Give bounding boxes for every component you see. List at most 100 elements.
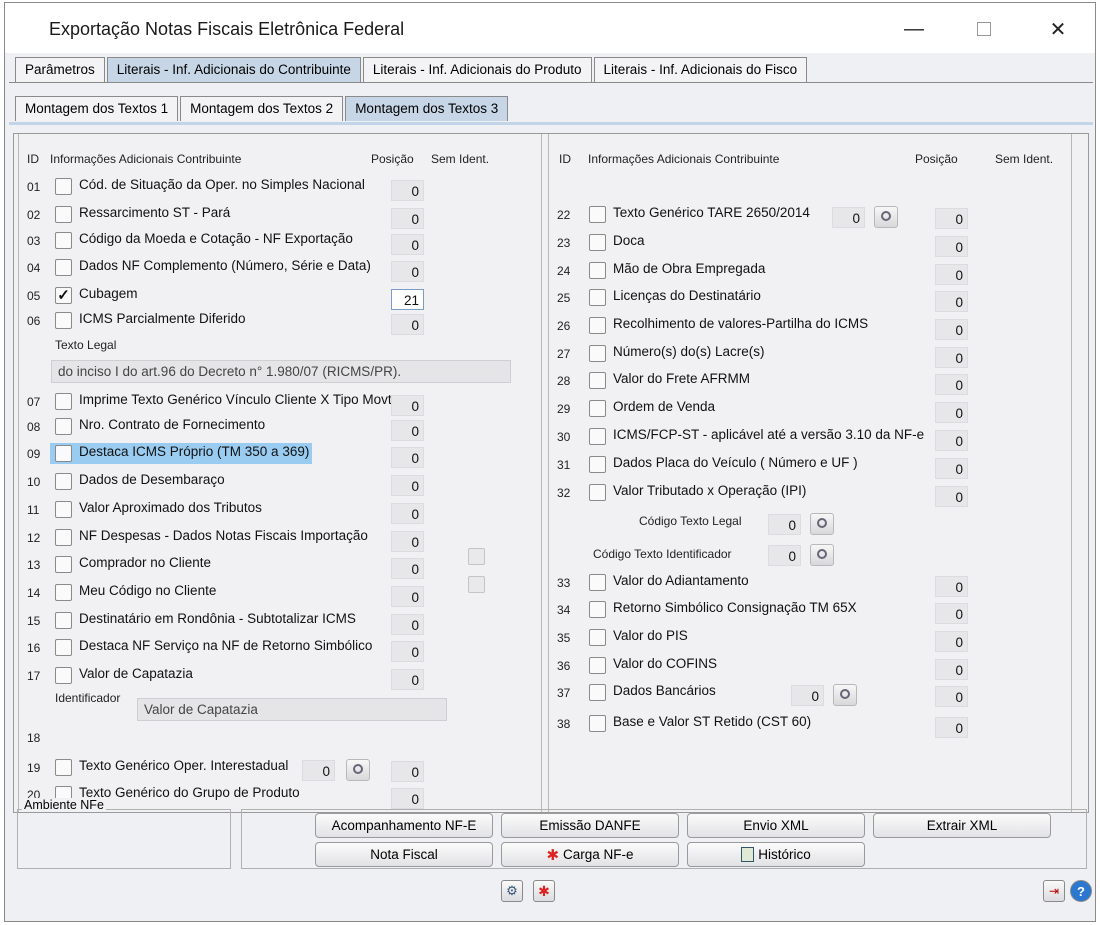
extrair-xml-button[interactable]: Extrair XML [873,813,1051,838]
historico-button[interactable]: Histórico [687,842,865,867]
row-checkbox[interactable] [55,556,72,573]
maximize-button[interactable] [961,11,1007,47]
position-field[interactable]: 0 [935,717,968,738]
carga-nfe-button[interactable]: ✱ Carga NF-e [501,842,679,867]
position-field[interactable]: 0 [935,631,968,652]
row-checkbox[interactable] [55,393,72,410]
row-checkbox[interactable] [589,345,606,362]
row-checkbox[interactable] [589,372,606,389]
tab-montagem-1[interactable]: Montagem dos Textos 1 [15,96,179,121]
position-field[interactable]: 0 [935,486,968,507]
row-checkbox[interactable] [589,574,606,591]
sem-ident-checkbox[interactable] [468,548,485,565]
position-field[interactable]: 0 [391,261,424,282]
row-checkbox[interactable] [589,456,606,473]
row-checkbox[interactable] [55,178,72,195]
row-checkbox[interactable] [589,289,606,306]
row-checkbox[interactable]: ✓ [55,287,72,304]
position-field[interactable]: 21 [391,289,424,310]
position-field[interactable]: 0 [935,236,968,257]
tab-literais-produto[interactable]: Literais - Inf. Adicionais do Produto [362,57,592,82]
row-checkbox[interactable] [589,262,606,279]
position-field[interactable]: 0 [391,641,424,662]
tab-literais-fisco[interactable]: Literais - Inf. Adicionais do Fisco [593,57,808,82]
position-field[interactable]: 0 [391,531,424,552]
tab-montagem-2[interactable]: Montagem dos Textos 2 [180,96,344,121]
position-field[interactable]: 0 [935,208,968,229]
row-checkbox[interactable] [589,428,606,445]
row-checkbox[interactable] [55,206,72,223]
code-field[interactable]: 0 [302,760,335,781]
minimize-button[interactable]: — [891,11,937,47]
exit-button[interactable]: ⇥ [1043,880,1065,902]
row-checkbox[interactable] [55,667,72,684]
position-field[interactable]: 0 [391,420,424,441]
codigo-texto-legal-field[interactable]: 0 [768,514,801,535]
position-field[interactable]: 0 [935,291,968,312]
codigo-texto-ident-field[interactable]: 0 [768,545,801,566]
search-button[interactable] [833,684,857,706]
row-checkbox[interactable] [589,657,606,674]
position-field[interactable]: 0 [935,603,968,624]
position-field[interactable]: 0 [391,669,424,690]
tab-montagem-3[interactable]: Montagem dos Textos 3 [345,96,509,121]
position-field[interactable]: 0 [391,558,424,579]
row-checkbox[interactable] [55,584,72,601]
position-field[interactable]: 0 [935,686,968,707]
position-field[interactable]: 0 [391,180,424,201]
position-field[interactable]: 0 [391,503,424,524]
row-checkbox[interactable] [55,639,72,656]
position-field[interactable]: 0 [935,402,968,423]
position-field[interactable]: 0 [391,788,424,809]
row-checkbox[interactable] [55,445,72,462]
row-checkbox[interactable] [55,418,72,435]
search-button[interactable] [810,513,834,535]
row-checkbox[interactable] [55,312,72,329]
position-field[interactable]: 0 [391,395,424,416]
row-checkbox[interactable] [589,715,606,732]
position-field[interactable]: 0 [935,374,968,395]
row-checkbox[interactable] [55,612,72,629]
search-button[interactable] [346,759,370,781]
row-checkbox[interactable] [589,234,606,251]
row-checkbox[interactable] [589,317,606,334]
position-field[interactable]: 0 [935,264,968,285]
position-field[interactable]: 0 [935,576,968,597]
identificador-field[interactable]: Valor de Capatazia [137,698,447,721]
row-checkbox[interactable] [55,501,72,518]
row-checkbox[interactable] [589,400,606,417]
emissao-danfe-button[interactable]: Emissão DANFE [501,813,679,838]
tab-parametros[interactable]: Parâmetros [15,57,105,82]
row-checkbox[interactable] [55,529,72,546]
row-checkbox[interactable] [589,601,606,618]
row-checkbox[interactable] [589,206,606,223]
row-checkbox[interactable] [589,684,606,701]
position-field[interactable]: 0 [391,447,424,468]
position-field[interactable]: 0 [391,208,424,229]
position-field[interactable]: 0 [391,475,424,496]
settings-tool-button[interactable]: ⚙ [501,880,523,902]
position-field[interactable]: 0 [391,234,424,255]
position-field[interactable]: 0 [935,319,968,340]
search-button[interactable] [810,544,834,566]
position-field[interactable]: 0 [391,314,424,335]
envio-xml-button[interactable]: Envio XML [687,813,865,838]
row-checkbox[interactable] [589,484,606,501]
row-checkbox[interactable] [55,759,72,776]
row-checkbox[interactable] [55,259,72,276]
help-button[interactable]: ? [1070,880,1092,902]
position-field[interactable]: 0 [391,761,424,782]
code-field[interactable]: 0 [791,685,824,706]
position-field[interactable]: 0 [935,347,968,368]
position-field[interactable]: 0 [391,614,424,635]
position-field[interactable]: 0 [935,430,968,451]
texto-legal-field[interactable]: do inciso I do art.96 do Decreto n° 1.98… [51,360,511,383]
search-button[interactable] [874,206,898,228]
position-field[interactable]: 0 [935,458,968,479]
nota-fiscal-button[interactable]: Nota Fiscal [315,842,493,867]
row-checkbox[interactable] [55,232,72,249]
position-field[interactable]: 0 [935,659,968,680]
code-field[interactable]: 0 [832,207,865,228]
gears-tool-button[interactable]: ✱ [533,880,555,902]
close-button[interactable]: ✕ [1035,11,1081,47]
